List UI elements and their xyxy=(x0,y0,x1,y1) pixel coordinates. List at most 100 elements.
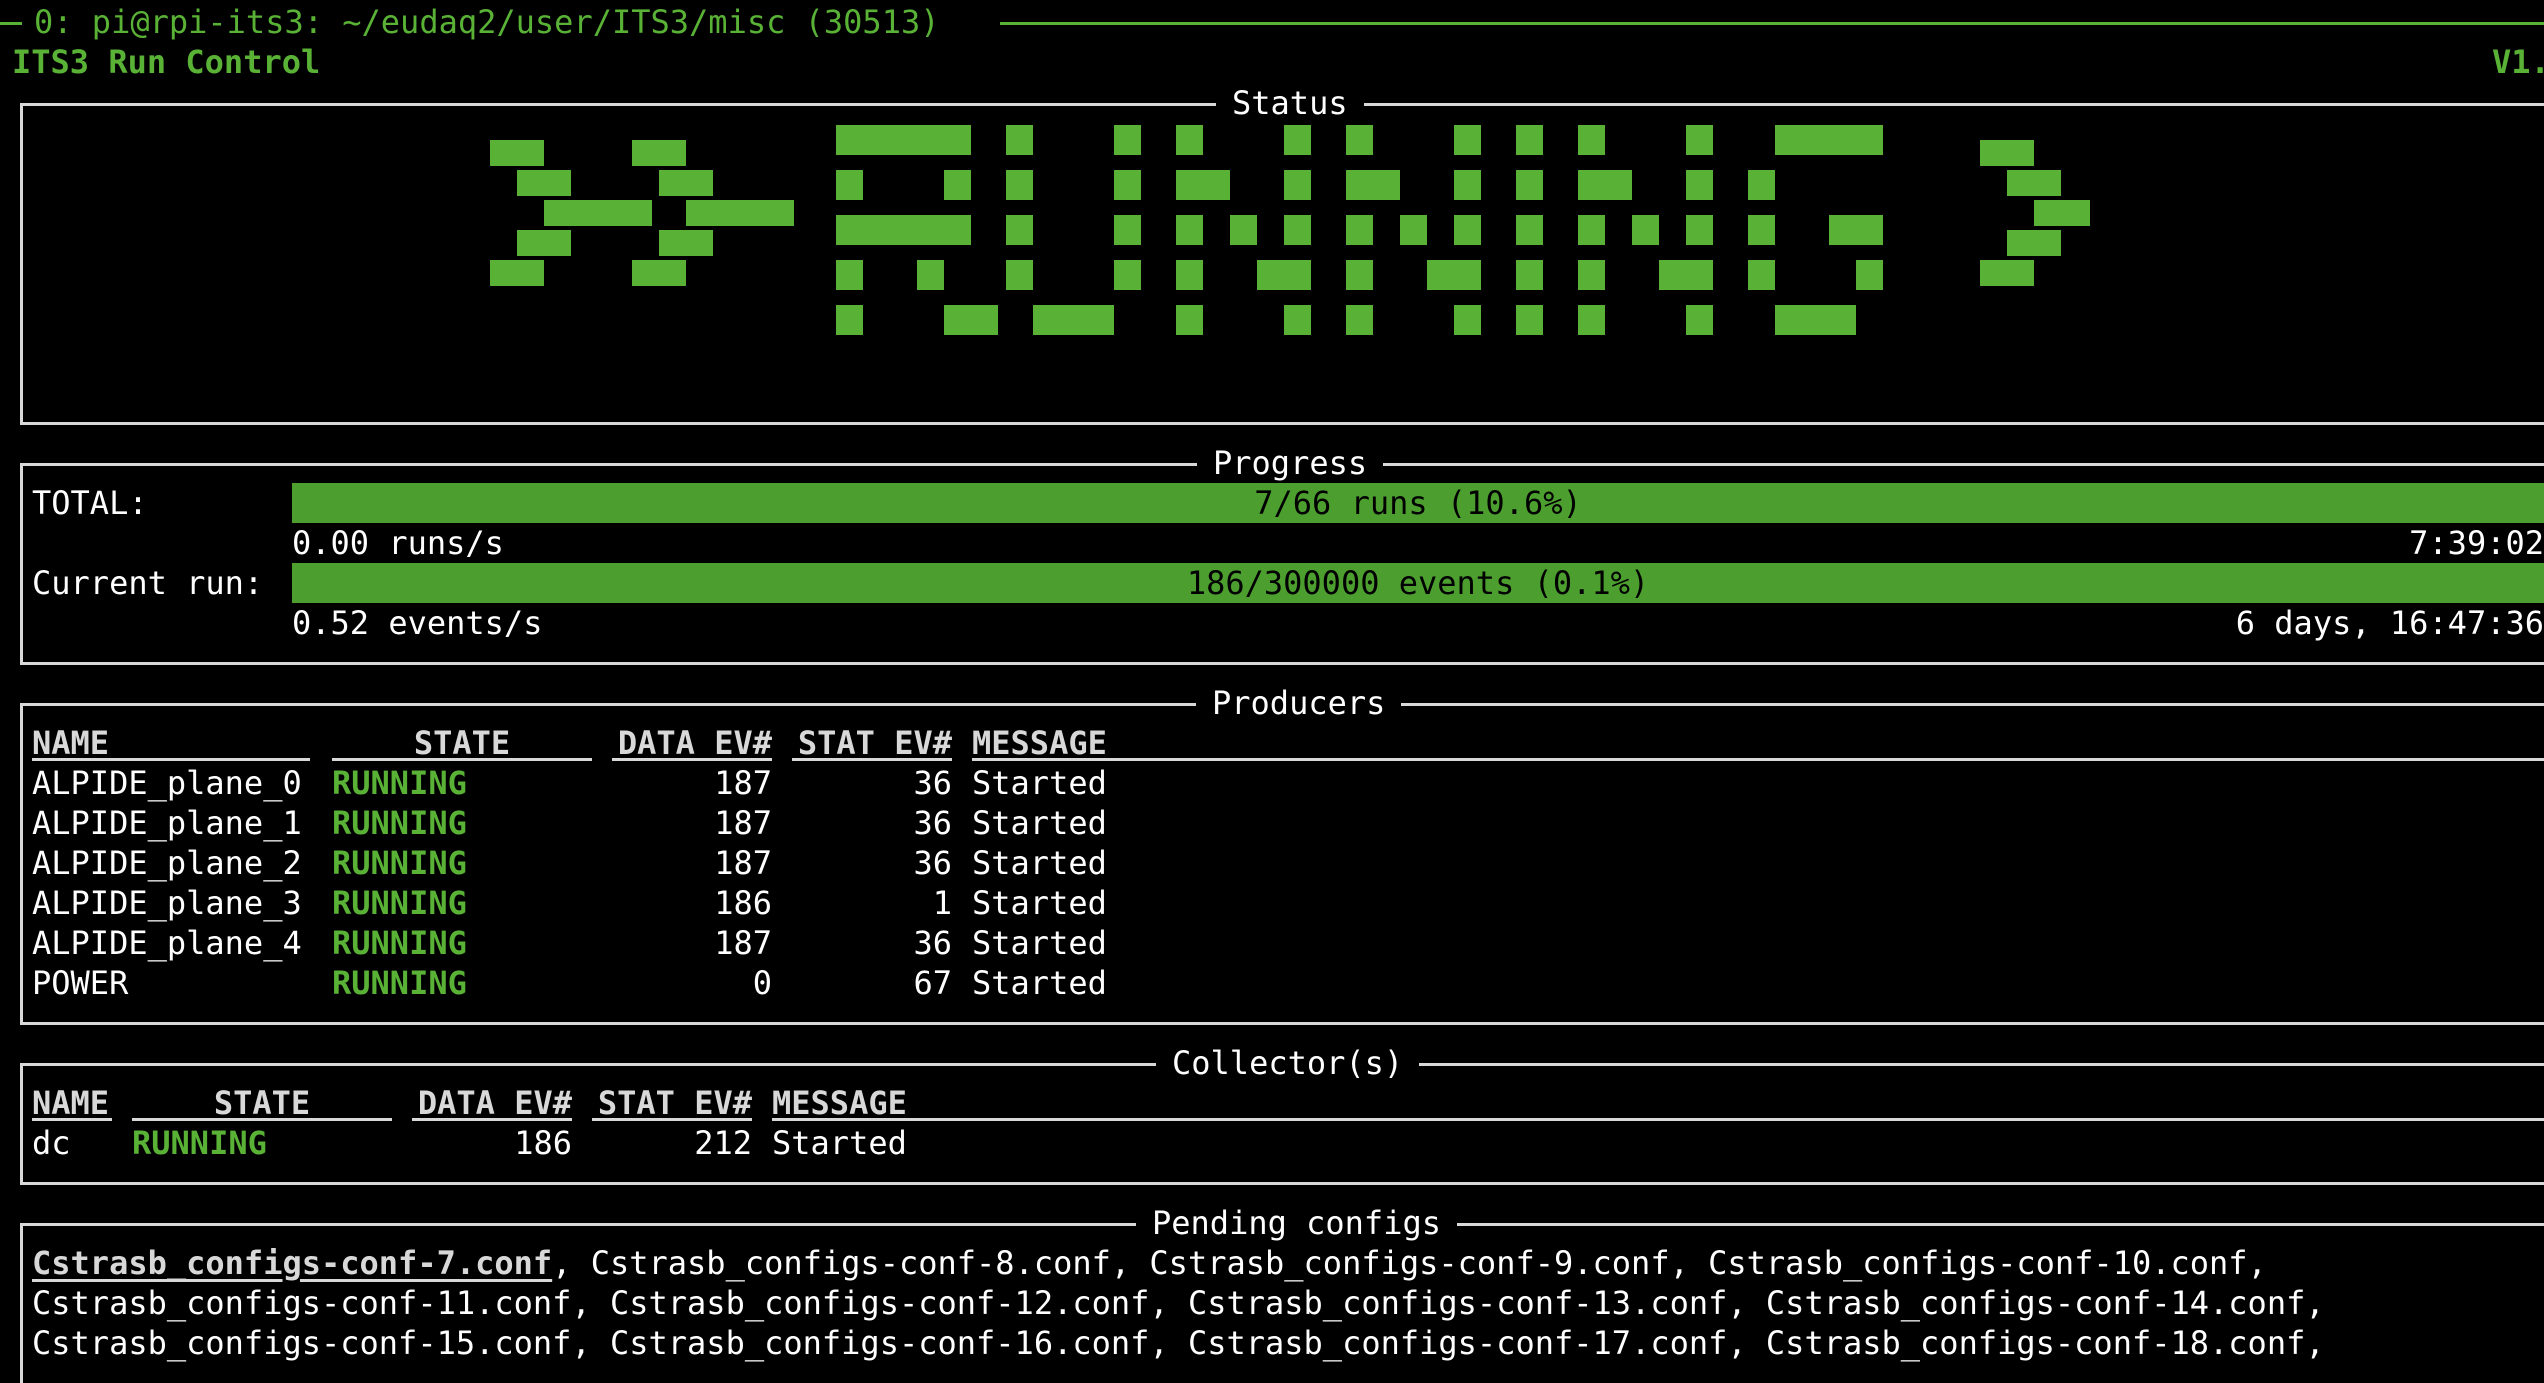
banner-block xyxy=(1856,260,1883,290)
banner-block xyxy=(2007,260,2034,286)
producer-name: ALPIDE_plane_4 xyxy=(32,924,302,962)
banner-block xyxy=(713,200,740,226)
collector-name: dc xyxy=(32,1124,71,1162)
banner-block xyxy=(1686,215,1713,245)
app-version: V1. xyxy=(2492,43,2544,81)
banner-block xyxy=(625,200,652,226)
banner-block xyxy=(1686,125,1713,155)
producer-data-ev: 187 xyxy=(714,844,772,882)
banner-block xyxy=(863,125,890,155)
producer-data-ev: 187 xyxy=(714,804,772,842)
producers-header-message: MESSAGE xyxy=(972,724,1107,762)
banner-block xyxy=(1284,305,1311,335)
collector-data-ev: 186 xyxy=(514,1124,572,1162)
banner-block xyxy=(517,260,544,286)
collectors-header-stat: STAT EV# xyxy=(597,1084,752,1122)
current-run-label: Current run: xyxy=(32,564,264,602)
banner-block xyxy=(659,140,686,166)
banner-block xyxy=(1454,215,1481,245)
banner-block xyxy=(917,260,944,290)
banner-block xyxy=(1427,260,1454,290)
banner-block xyxy=(2034,230,2061,256)
banner-block xyxy=(1454,260,1481,290)
producer-stat-ev: 1 xyxy=(932,884,952,922)
banner-block xyxy=(1176,305,1203,335)
banner-block xyxy=(1060,305,1087,335)
app-title: ITS3 Run Control xyxy=(12,43,321,81)
banner-block xyxy=(1203,170,1230,200)
banner-block xyxy=(1373,170,1400,200)
banner-block xyxy=(836,305,863,335)
banner-block xyxy=(1346,170,1373,200)
banner-block xyxy=(863,215,890,245)
banner-block xyxy=(544,170,571,196)
banner-block xyxy=(1802,125,1829,155)
producer-stat-ev: 36 xyxy=(913,764,952,802)
running-banner xyxy=(490,125,2090,335)
banner-block xyxy=(1980,140,2007,166)
producer-state: RUNNING xyxy=(332,884,467,922)
collectors-header-data-underline xyxy=(412,1118,572,1121)
producer-message: Started xyxy=(972,764,1107,802)
pending-config-current: Cstrasb_configs-conf-7.conf xyxy=(32,1244,553,1282)
banner-block xyxy=(1829,305,1856,335)
banner-block xyxy=(517,140,544,166)
tmux-rule-right xyxy=(1000,22,2544,25)
producer-name: ALPIDE_plane_1 xyxy=(32,804,302,842)
banner-block xyxy=(1454,305,1481,335)
producers-header-name: NAME xyxy=(32,724,110,762)
banner-block xyxy=(1856,215,1883,245)
banner-block xyxy=(659,260,686,286)
producer-data-ev: 0 xyxy=(752,964,772,1002)
producer-stat-ev: 67 xyxy=(913,964,952,1002)
banner-block xyxy=(1006,260,1033,290)
banner-block xyxy=(1346,215,1373,245)
producers-header-name-underline xyxy=(32,758,310,761)
banner-block xyxy=(1114,215,1141,245)
banner-block xyxy=(944,215,971,245)
banner-block xyxy=(632,260,659,286)
pending-configs-line-2: Cstrasb_configs-conf-11.conf, Cstrasb_co… xyxy=(32,1284,2325,1322)
producer-state: RUNNING xyxy=(332,924,467,962)
banner-block xyxy=(1605,170,1632,200)
banner-block xyxy=(1856,125,1883,155)
total-label: TOTAL: xyxy=(32,484,148,522)
producer-state: RUNNING xyxy=(332,964,467,1002)
banner-block xyxy=(917,215,944,245)
collector-state: RUNNING xyxy=(132,1124,267,1162)
banner-block xyxy=(1006,215,1033,245)
banner-block xyxy=(1114,125,1141,155)
collectors-header-stat-underline xyxy=(592,1118,752,1121)
banner-block xyxy=(836,125,863,155)
banner-block xyxy=(2088,200,2090,226)
pending-configs-line-3: Cstrasb_configs-conf-15.conf, Cstrasb_co… xyxy=(32,1324,2325,1362)
banner-block xyxy=(740,200,767,226)
banner-block xyxy=(1346,260,1373,290)
banner-block xyxy=(686,200,713,226)
banner-block xyxy=(659,170,686,196)
banner-block xyxy=(632,140,659,166)
banner-block xyxy=(1284,170,1311,200)
banner-block xyxy=(1006,170,1033,200)
banner-block xyxy=(1829,215,1856,245)
banner-block xyxy=(971,305,998,335)
producers-header-stat-underline xyxy=(792,758,952,761)
banner-block xyxy=(2007,230,2034,256)
collectors-header-message-underline xyxy=(772,1118,2544,1121)
tmux-window-title: 0: pi@rpi-its3: ~/eudaq2/user/ITS3/misc … xyxy=(34,3,940,41)
current-run-rate: 0.52 events/s xyxy=(292,604,543,642)
banner-block xyxy=(1230,215,1257,245)
current-run-progress-bar: 186/300000 events (0.1%) xyxy=(292,563,2544,603)
banner-block xyxy=(517,230,544,256)
collectors-panel-title: Collector(s) xyxy=(1156,1043,1420,1083)
banner-block xyxy=(490,260,517,286)
banner-block xyxy=(1748,170,1775,200)
producers-header-data: DATA EV# xyxy=(617,724,772,762)
producer-data-ev: 187 xyxy=(714,764,772,802)
banner-block xyxy=(1400,215,1427,245)
banner-block xyxy=(1686,305,1713,335)
banner-block xyxy=(1176,170,1203,200)
banner-block xyxy=(1748,260,1775,290)
banner-block xyxy=(1686,170,1713,200)
producers-panel-title: Producers xyxy=(1196,683,1402,723)
